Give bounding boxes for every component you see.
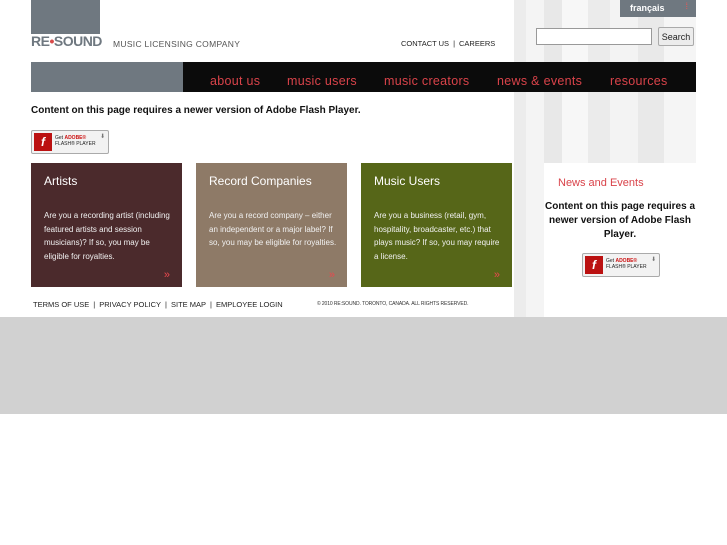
lower-gray-band bbox=[0, 317, 727, 414]
double-chevron-right-icon[interactable]: » bbox=[164, 269, 170, 281]
employee-login-link[interactable]: EMPLOYEE LOGIN bbox=[216, 300, 283, 309]
language-tab[interactable]: français ⁞ bbox=[620, 0, 696, 17]
news-events-box: News and Events Content on this page req… bbox=[544, 163, 696, 317]
nav-gray-block bbox=[31, 62, 183, 92]
panel-body: Are you a record company – either an ind… bbox=[209, 211, 337, 247]
flash-icon: f bbox=[585, 256, 603, 274]
music-users-panel[interactable]: Music Users Are you a business (retail, … bbox=[361, 163, 512, 287]
record-companies-panel[interactable]: Record Companies Are you a record compan… bbox=[196, 163, 347, 287]
careers-link[interactable]: CAREERS bbox=[459, 39, 495, 48]
logo-text-left: RE bbox=[31, 33, 50, 49]
nav-music-users[interactable]: music users bbox=[287, 74, 357, 88]
download-arrow-icon: ⬇ bbox=[99, 134, 105, 140]
logo-text-right: SOUND bbox=[53, 33, 103, 49]
panel-title: Record Companies bbox=[209, 174, 312, 188]
search-button[interactable]: Search bbox=[658, 27, 694, 46]
tagline: MUSIC LICENSING COMPANY bbox=[113, 39, 241, 49]
link-separator: | bbox=[210, 300, 212, 309]
link-separator: | bbox=[93, 300, 96, 309]
nav-music-creators[interactable]: music creators bbox=[384, 74, 469, 88]
panel-body: Are you a business (retail, gym, hospita… bbox=[374, 211, 500, 261]
double-chevron-right-icon[interactable]: » bbox=[494, 269, 500, 281]
flash-required-message: Content on this page requires a newer ve… bbox=[31, 105, 361, 116]
language-link[interactable]: français bbox=[630, 3, 665, 13]
top-links: CONTACT US | CAREERS bbox=[399, 39, 497, 48]
link-separator: | bbox=[453, 39, 456, 48]
search-input[interactable] bbox=[536, 28, 652, 45]
panel-title: Artists bbox=[44, 174, 78, 188]
language-marker-icon: ⁞ bbox=[685, 1, 688, 11]
news-flash-message: Content on this page requires a newer ve… bbox=[544, 201, 696, 240]
news-get-flash-player-button[interactable]: f Get ADOBE® FLASH® PLAYER ⬇ bbox=[582, 253, 660, 277]
footer-links: TERMS OF USE | PRIVACY POLICY | SITE MAP | EMP… bbox=[31, 300, 285, 309]
flash-badge-player: FLASH® PLAYER bbox=[606, 264, 647, 270]
copyright: © 2010 RE:SOUND. TORONTO, CANADA. ALL RI… bbox=[317, 301, 469, 307]
site-map-link[interactable]: SITE MAP bbox=[171, 300, 206, 309]
logo[interactable]: RE•SOUND bbox=[31, 34, 105, 48]
flash-badge-text: Get ADOBE® FLASH® PLAYER bbox=[55, 135, 96, 147]
privacy-policy-link[interactable]: PRIVACY POLICY bbox=[99, 300, 161, 309]
panel-title: Music Users bbox=[374, 174, 441, 188]
double-chevron-right-icon[interactable]: » bbox=[329, 269, 335, 281]
flash-badge-text: Get ADOBE® FLASH® PLAYER bbox=[606, 258, 647, 270]
panel-body: Are you a recording artist (including fe… bbox=[44, 211, 170, 261]
nav-about-us[interactable]: about us bbox=[210, 74, 260, 88]
get-flash-player-button[interactable]: f Get ADOBE® FLASH® PLAYER ⬇ bbox=[31, 130, 109, 154]
flash-badge-player: FLASH® PLAYER bbox=[55, 141, 96, 147]
download-arrow-icon: ⬇ bbox=[650, 257, 656, 263]
artists-panel[interactable]: Artists Are you a recording artist (incl… bbox=[31, 163, 182, 287]
nav-news-events[interactable]: news & events bbox=[497, 74, 582, 88]
terms-of-use-link[interactable]: TERMS OF USE bbox=[33, 300, 89, 309]
nav-resources[interactable]: resources bbox=[610, 74, 668, 88]
contact-us-link[interactable]: CONTACT US bbox=[401, 39, 449, 48]
link-separator: | bbox=[165, 300, 167, 309]
right-margin bbox=[696, 0, 727, 317]
flash-icon: f bbox=[34, 133, 52, 151]
news-title[interactable]: News and Events bbox=[558, 177, 644, 189]
